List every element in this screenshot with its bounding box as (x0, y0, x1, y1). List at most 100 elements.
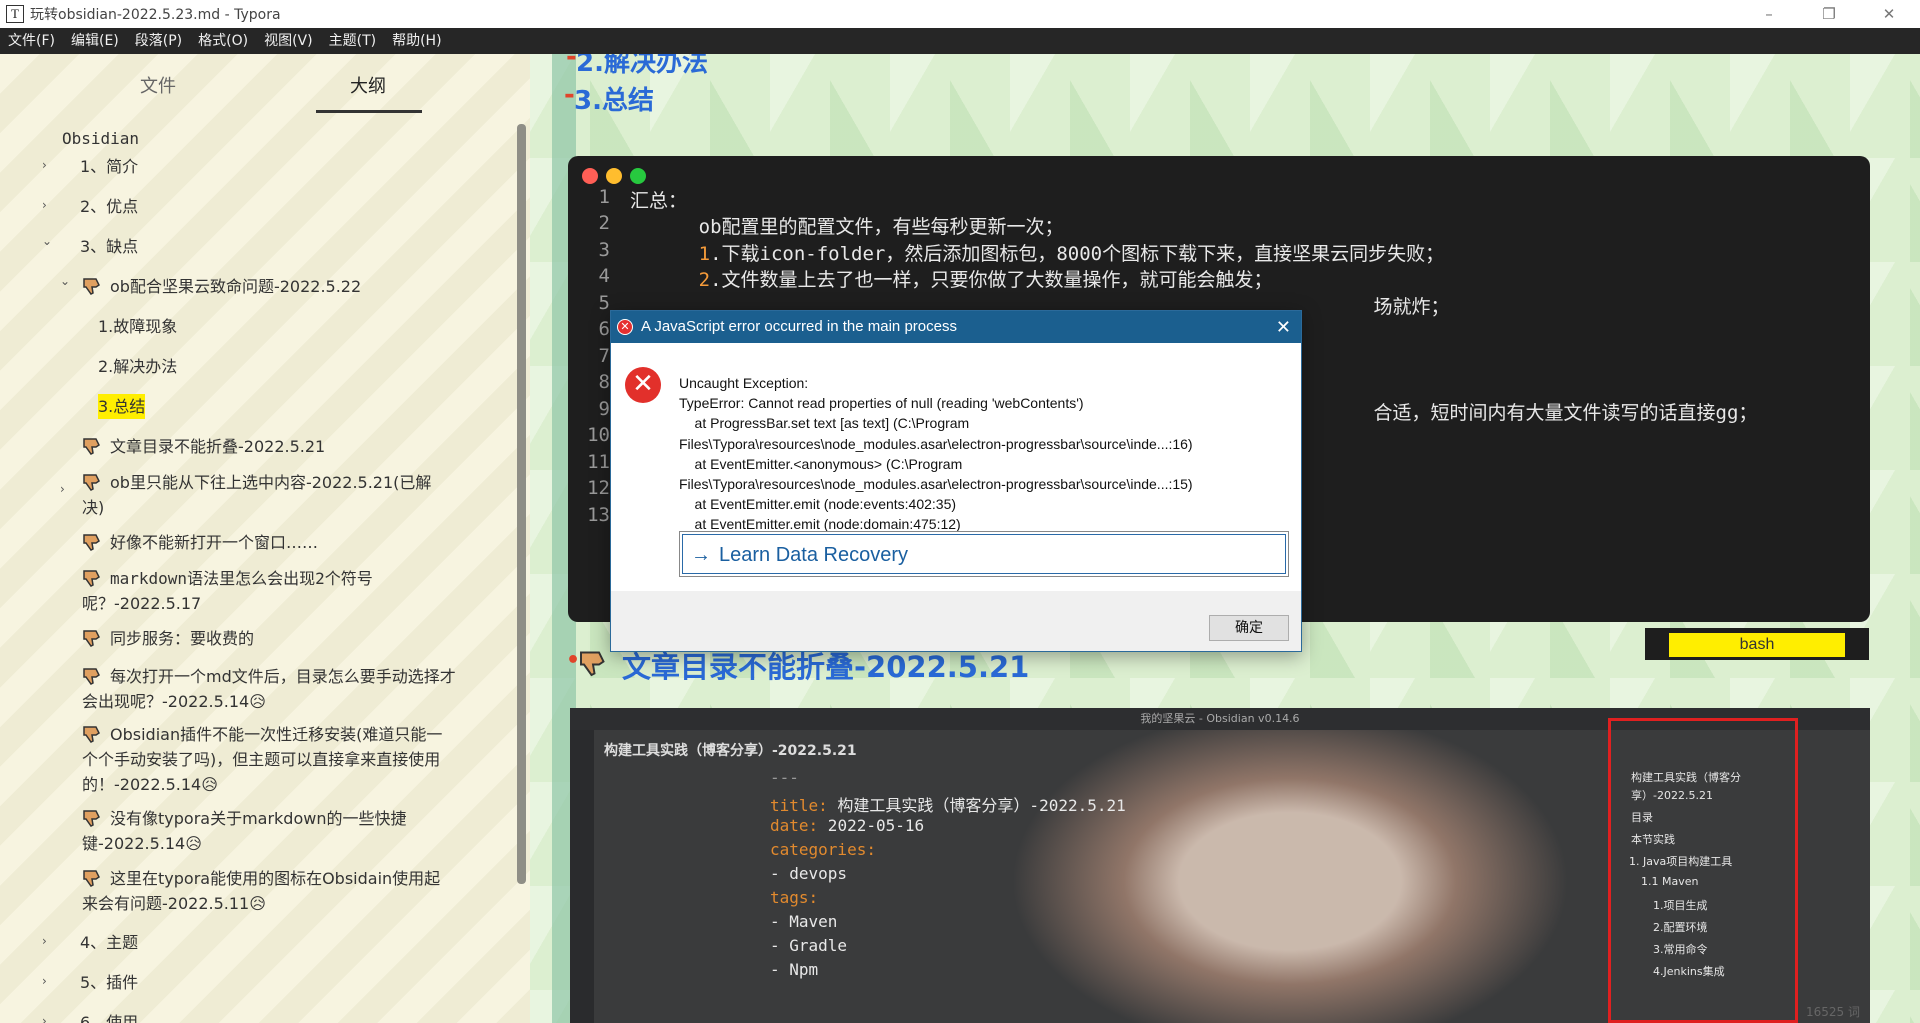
error-line: Files\Typora\resources\node_modules.asar… (679, 435, 1193, 452)
embed-toc-item: 享）-2022.5.21 (1631, 789, 1713, 802)
outline-item-label: 这里在typora能使用的图标在Obsidain使用起 (110, 869, 441, 888)
embed-ribbon (570, 730, 594, 1023)
outline-item-pros[interactable]: 2、优点 (80, 194, 138, 219)
menu-file[interactable]: 文件(F) (0, 28, 63, 54)
thumbs-down-icon (83, 438, 100, 455)
outline-item-toc-manual[interactable]: 每次打开一个md文件后，目录怎么要手动选择才 (110, 664, 456, 689)
outline-item-markdown-symbol[interactable]: markdown语法里怎么会出现2个符号 (110, 566, 373, 591)
embed-toc-item: 3.常用命令 (1653, 943, 1708, 956)
heading-summary[interactable]: 3.总结 (574, 80, 654, 117)
outline-item-label: 来会有问题-2022.5.11😥 (82, 894, 266, 913)
outline-item-ob-problem[interactable]: ob配合坚果云致命问题-2022.5.22 (110, 274, 361, 299)
chevron-right-icon[interactable]: › (60, 482, 65, 496)
menu-format[interactable]: 格式(O) (190, 28, 256, 54)
restore-icon: ❐ (1822, 5, 1836, 23)
embedded-screenshot[interactable]: 我的坚果云 - Obsidian v0.14.6 构建工具实践（博客分享）-20… (570, 708, 1870, 1023)
outline-item-plugins[interactable]: 5、插件 (80, 970, 138, 995)
outline-item-plugin-migrate-cont: 个个手动安装了吗)，但主题可以直接拿来直接使用 (82, 747, 440, 772)
close-button[interactable]: ✕ (1860, 0, 1918, 28)
code-language-input[interactable]: bash (1669, 633, 1845, 657)
outline-item-select-up[interactable]: ob里只能从下往上选中内容-2022.5.21(已解 (110, 470, 431, 495)
thumbs-down-icon (83, 570, 100, 587)
embed-toc-item: 1.1 Maven (1641, 875, 1699, 888)
frontmatter-line: --- (770, 768, 799, 787)
frontmatter-line: - devops (770, 864, 848, 883)
chevron-down-icon[interactable]: ⌄ (42, 234, 52, 248)
outline-item-label: 2.解决办法 (98, 357, 178, 376)
chevron-down-icon[interactable]: ⌄ (60, 274, 70, 288)
outline-item-obsidian[interactable]: Obsidian (62, 126, 139, 151)
outline-item-sync-service[interactable]: 同步服务：要收费的 (110, 626, 254, 651)
menu-help[interactable]: 帮助(H) (384, 28, 449, 54)
error-line: TypeError: Cannot read properties of nul… (679, 395, 1084, 412)
outline-item-intro[interactable]: 1、简介 (80, 154, 138, 179)
line-number: 6 (598, 318, 610, 340)
line-number: 3 (598, 239, 610, 261)
outline-item-shortcuts[interactable]: 没有像typora关于markdown的一些快捷 (110, 806, 406, 831)
restore-button[interactable]: ❐ (1800, 0, 1858, 28)
error-line: Uncaught Exception: (679, 375, 809, 391)
outline-item-usage[interactable]: 6、使用 (80, 1010, 138, 1023)
menu-paragraph[interactable]: 段落(P) (127, 28, 190, 54)
learn-data-recovery-label: Learn Data Recovery (719, 544, 908, 566)
outline-item-cons[interactable]: 3、缺点 (80, 234, 138, 259)
menu-edit[interactable]: 编辑(E) (63, 28, 127, 54)
frontmatter-line: - Npm (770, 960, 819, 979)
outline-item-label: 呢？-2022.5.17 (82, 594, 202, 613)
thumbs-down-icon (580, 651, 605, 677)
word-count[interactable]: 16525 词 (1806, 1003, 1860, 1020)
outline-item-label: 2、优点 (80, 197, 139, 216)
error-line: at ProgressBar.set text [as text] (C:\Pr… (679, 415, 970, 432)
window-title: 玩转obsidian-2022.5.23.md - Typora (30, 7, 281, 23)
outline-item-label: markdown语法里怎么会出现2个符号 (110, 569, 373, 588)
tab-outline[interactable]: 大纲 (350, 72, 386, 98)
line-number: 7 (598, 345, 610, 367)
outline-item-themes[interactable]: 4、主题 (80, 930, 138, 955)
ok-button[interactable]: 确定 (1209, 615, 1289, 641)
line-number: 8 (598, 371, 610, 393)
outline-item-label: Obsidian (62, 129, 140, 148)
outline-item-label: ob配合坚果云致命问题-2022.5.22 (110, 277, 362, 296)
outline-item-new-window[interactable]: 好像不能新打开一个窗口…… (110, 530, 318, 555)
chevron-right-icon[interactable]: › (42, 974, 47, 988)
thumbs-down-icon (83, 870, 100, 887)
menu-bar: 文件(F) 编辑(E) 段落(P) 格式(O) 视图(V) 主题(T) 帮助(H… (0, 28, 1920, 54)
error-message: Uncaught Exception: TypeError: Cannot rea… (679, 373, 1193, 535)
outline-item-plugin-migrate[interactable]: Obsidian插件不能一次性迁移安装(难道只能一 (110, 722, 442, 747)
outline-item-label: 同步服务：要收费的 (110, 629, 255, 648)
outline-item-select-up-cont: 决) (82, 495, 104, 520)
outline-item-toc-fold[interactable]: 文章目录不能折叠-2022.5.21 (110, 434, 325, 459)
embed-toc-item: 1.项目生成 (1653, 899, 1708, 912)
line-number: 4 (598, 265, 610, 287)
chevron-right-icon[interactable]: › (42, 1014, 47, 1023)
outline-item-summary-active[interactable]: 3.总结 (98, 394, 146, 419)
frontmatter-line: title: 构建工具实践（博客分享）-2022.5.21 (770, 796, 1126, 815)
chevron-right-icon[interactable]: › (42, 158, 47, 172)
menu-view[interactable]: 视图(V) (256, 28, 321, 54)
menu-theme[interactable]: 主题(T) (321, 28, 384, 54)
arrow-right-icon: → (691, 544, 711, 566)
sidebar-tabs: 文件 大纲 (0, 54, 530, 114)
thumbs-down-icon (83, 278, 100, 295)
sidebar-scrollbar[interactable] (517, 124, 526, 884)
minimize-button[interactable]: – (1740, 0, 1798, 28)
frontmatter-line: - Gradle (770, 936, 848, 955)
title-bar: T 玩转obsidian-2022.5.23.md - Typora – ❐ ✕ (0, 0, 1920, 28)
heading-solution[interactable]: 2.解决办法 (576, 54, 708, 79)
outline-item-solution[interactable]: 2.解决办法 (98, 354, 177, 379)
learn-data-recovery-button[interactable]: → Learn Data Recovery (679, 531, 1289, 577)
outline-item-label: 3、缺点 (80, 237, 139, 256)
tab-files[interactable]: 文件 (140, 72, 176, 98)
chevron-right-icon[interactable]: › (42, 934, 47, 948)
outline-item-icons[interactable]: 这里在typora能使用的图标在Obsidain使用起 (110, 866, 440, 891)
error-dialog: ✕ A JavaScript error occurred in the mai… (610, 310, 1302, 652)
dialog-title-bar: ✕ A JavaScript error occurred in the mai… (611, 311, 1301, 343)
outline-item-label: Obsidian插件不能一次性迁移安装(难道只能一 (110, 725, 443, 744)
line-number: 10 (587, 424, 610, 446)
chevron-right-icon[interactable]: › (42, 198, 47, 212)
outline-item-fault[interactable]: 1.故障现象 (98, 314, 177, 339)
error-small-icon: ✕ (617, 319, 633, 335)
dialog-close-icon[interactable]: ✕ (1276, 311, 1291, 343)
learn-data-recovery-focus: → Learn Data Recovery (682, 534, 1286, 574)
line-number: 2 (598, 212, 610, 234)
